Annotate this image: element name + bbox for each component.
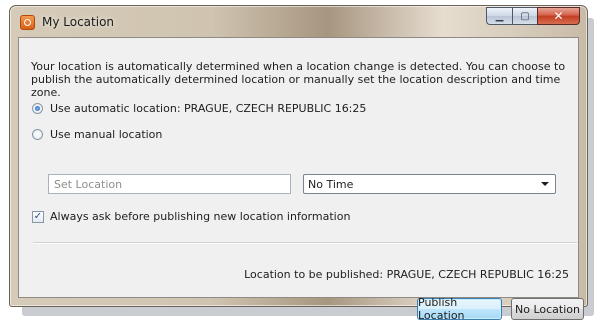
title-bar[interactable]: My Location ▁ ▢ ✕: [10, 6, 587, 37]
time-zone-select[interactable]: No Time: [303, 174, 556, 194]
my-location-window: My Location ▁ ▢ ✕ Your location is autom…: [9, 5, 588, 322]
minimize-button[interactable]: ▁: [486, 7, 512, 25]
set-location-placeholder: Set Location: [54, 178, 123, 191]
time-zone-selected-value: No Time: [308, 178, 354, 191]
always-ask-label: Always ask before publishing new locatio…: [50, 210, 351, 223]
chevron-down-icon[interactable]: [541, 182, 549, 186]
maximize-icon: ▢: [520, 10, 530, 22]
manual-location-label: Use manual location: [50, 128, 163, 141]
automatic-location-label: Use automatic location: PRAGUE, CZECH RE…: [50, 102, 367, 115]
location-app-icon[interactable]: [20, 15, 35, 30]
maximize-button[interactable]: ▢: [512, 7, 537, 25]
publish-status-text: Location to be published: PRAGUE, CZECH …: [244, 268, 569, 281]
minimize-icon: ▁: [495, 10, 504, 22]
manual-location-radio[interactable]: [32, 129, 43, 140]
checkmark-icon: ✓: [33, 210, 43, 222]
dialog-body: Your location is automatically determine…: [18, 37, 584, 322]
close-icon: ✕: [553, 9, 564, 23]
divider: [33, 242, 577, 244]
close-button[interactable]: ✕: [537, 7, 580, 25]
set-location-input[interactable]: Set Location: [48, 174, 291, 194]
description-text: Your location is automatically determine…: [31, 60, 566, 99]
window-bottom-border: [10, 297, 587, 306]
window-title: My Location: [42, 15, 115, 29]
always-ask-checkbox[interactable]: ✓: [32, 210, 44, 223]
caption-buttons: ▁ ▢ ✕: [486, 7, 580, 27]
automatic-location-option[interactable]: Use automatic location: PRAGUE, CZECH RE…: [32, 102, 366, 115]
manual-location-option[interactable]: Use manual location: [32, 128, 162, 141]
automatic-location-radio[interactable]: [32, 103, 43, 114]
always-ask-option[interactable]: ✓ Always ask before publishing new locat…: [32, 210, 350, 223]
